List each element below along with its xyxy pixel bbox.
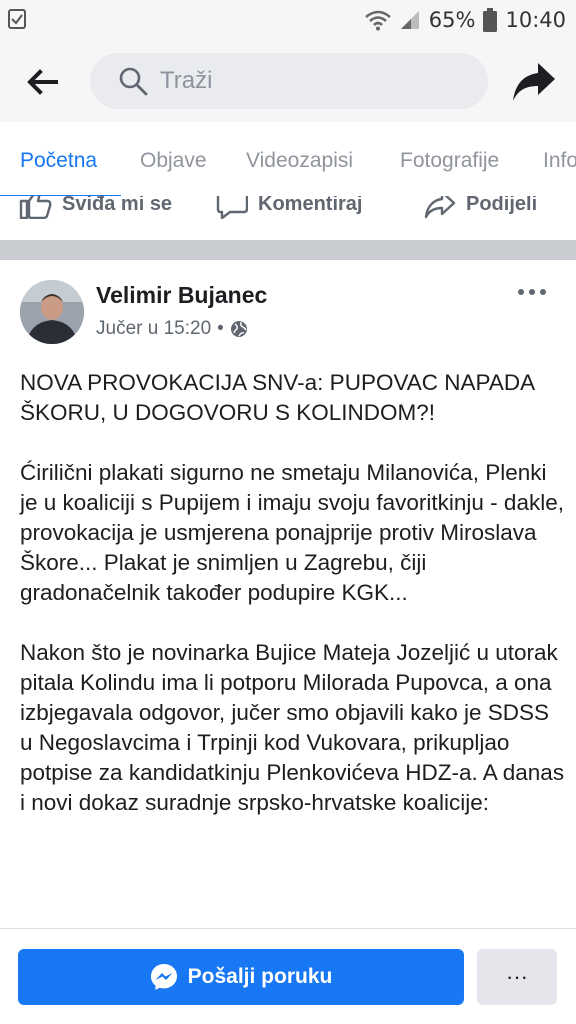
status-bar: 65% 10:40	[0, 0, 576, 40]
comment-bubble-icon	[216, 196, 248, 219]
post-meta: Jučer u 15:20 •	[96, 318, 248, 340]
checkbox-notification-icon	[8, 9, 26, 29]
search-box[interactable]	[90, 53, 488, 109]
search-input[interactable]	[160, 67, 460, 95]
send-message-label: Pošalji poruku	[187, 965, 333, 988]
post-paragraph: Ćirilični plakati sigurno ne smetaju Mil…	[20, 460, 564, 605]
top-bar	[0, 40, 576, 122]
signal-icon	[400, 11, 419, 29]
share-button[interactable]: Podijeli	[424, 196, 538, 219]
page-tabs: Početna Objave Videozapisi Fotografije I…	[0, 122, 576, 198]
globe-icon	[230, 321, 247, 337]
wifi-icon	[364, 10, 391, 31]
send-message-button[interactable]: Pošalji poruku	[18, 949, 464, 1005]
search-icon	[119, 67, 148, 96]
tab-pocetna[interactable]: Početna	[20, 122, 97, 197]
meta-separator: •	[217, 318, 224, 339]
share-icon	[424, 196, 456, 219]
avatar-image	[20, 280, 84, 344]
share-label: Podijeli	[466, 196, 538, 215]
back-arrow-icon[interactable]	[22, 62, 62, 102]
post-paragraph: Nakon što je novinarka Bujice Mateja Joz…	[20, 640, 565, 815]
battery-icon	[483, 8, 498, 32]
tab-fotografije[interactable]: Fotografije	[400, 122, 499, 197]
post-card: Velimir Bujanec Jučer u 15:20 • NOVA PRO…	[0, 260, 576, 1024]
post-body: NOVA PROVOKACIJA SNV-a: PUPOVAC NAPADA Š…	[20, 368, 565, 848]
share-arrow-icon[interactable]	[512, 61, 556, 103]
comment-button[interactable]: Komentiraj	[216, 196, 363, 219]
like-button[interactable]: Sviđa mi se	[18, 196, 173, 219]
tab-info[interactable]: Info	[543, 122, 576, 197]
comment-label: Komentiraj	[258, 196, 363, 215]
more-options-icon[interactable]	[516, 280, 548, 304]
like-label: Sviđa mi se	[62, 196, 173, 215]
battery-percent: 65%	[428, 8, 476, 32]
post-actions-row: Sviđa mi se Komentiraj Podijeli	[0, 196, 576, 236]
bottom-action-bar: Pošalji poruku ···	[0, 928, 576, 1024]
post-author[interactable]: Velimir Bujanec	[96, 282, 267, 309]
tab-videozapisi[interactable]: Videozapisi	[246, 122, 353, 197]
feed-separator	[0, 240, 576, 260]
tab-objave[interactable]: Objave	[140, 122, 207, 197]
messenger-icon	[150, 964, 177, 990]
thumbs-up-icon	[19, 196, 52, 219]
more-actions-button[interactable]: ···	[477, 949, 557, 1005]
clock: 10:40	[505, 8, 566, 32]
post-paragraph: NOVA PROVOKACIJA SNV-a: PUPOVAC NAPADA Š…	[20, 370, 534, 425]
post-time[interactable]: Jučer u 15:20	[96, 318, 211, 340]
avatar[interactable]	[20, 280, 84, 344]
